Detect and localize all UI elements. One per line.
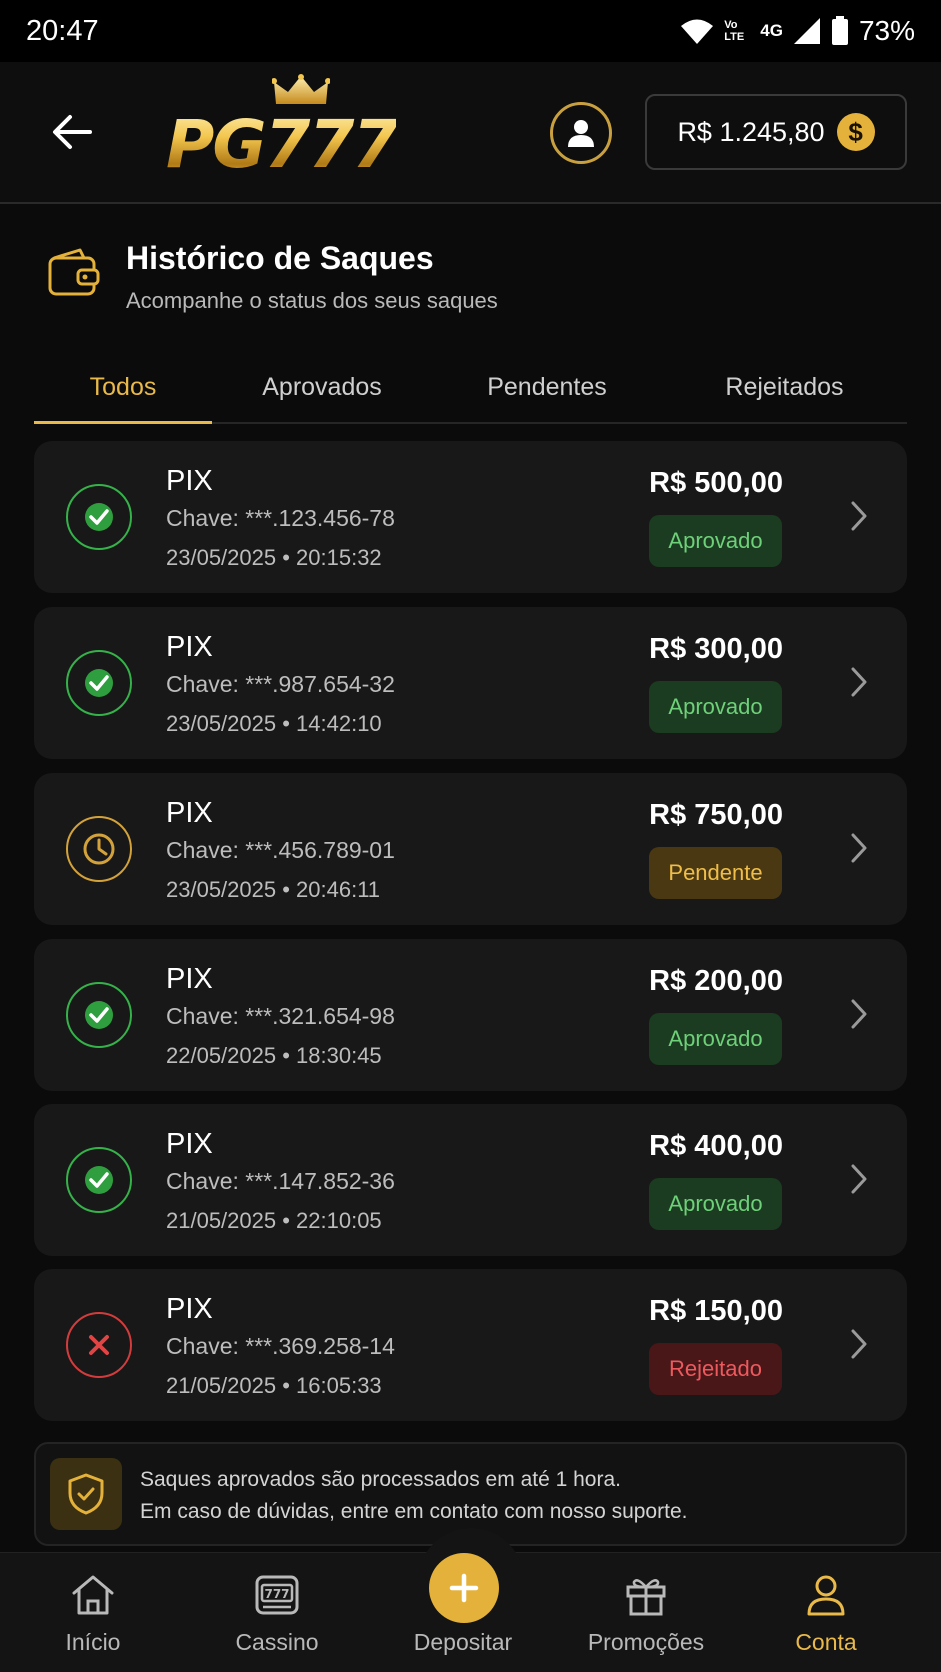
approved-check-icon	[66, 484, 132, 550]
balance-display[interactable]: R$ 1.245,80 $	[645, 94, 907, 170]
withdrawal-datetime: 23/05/2025 • 14:42:10	[166, 711, 382, 736]
nav-label: Conta	[795, 1629, 857, 1655]
tab-aprovados[interactable]: Aprovados	[212, 352, 432, 422]
pix-key: Chave: ***.147.852-36	[166, 1168, 395, 1194]
nav-promocoes[interactable]: Promoções	[571, 1553, 721, 1672]
withdrawal-amount: R$ 150,00	[649, 1295, 783, 1327]
plus-icon	[449, 1573, 479, 1603]
withdrawal-datetime: 22/05/2025 • 18:30:45	[166, 1043, 382, 1068]
wifi-icon	[681, 19, 714, 44]
page-heading: Histórico de Saques Acompanhe o status d…	[46, 240, 906, 320]
withdrawal-datetime: 21/05/2025 • 22:10:05	[166, 1208, 382, 1233]
status-icons: Vo LTE 4G 73%	[680, 15, 915, 47]
withdrawal-card[interactable]: PIX Chave: ***.147.852-36 21/05/2025 • 2…	[34, 1104, 907, 1256]
payment-method: PIX	[166, 963, 213, 995]
nav-inicio[interactable]: Início	[18, 1553, 168, 1672]
nav-label: Promoções	[587, 1629, 705, 1655]
approved-check-icon	[66, 650, 132, 716]
nav-conta[interactable]: Conta	[751, 1553, 901, 1672]
network-type: 4G	[760, 21, 783, 40]
status-badge: Pendente	[649, 847, 782, 899]
status-badge: Aprovado	[649, 515, 782, 567]
chevron-right-icon	[851, 999, 867, 1029]
status-time: 20:47	[26, 14, 99, 47]
gift-icon	[626, 1579, 666, 1616]
payment-method: PIX	[166, 1128, 213, 1160]
crown-icon	[272, 74, 330, 104]
withdrawal-amount: R$ 500,00	[649, 467, 783, 499]
coin-icon: $	[836, 113, 875, 151]
brand-logo-text: PG777	[166, 106, 398, 183]
filter-tabs: Todos Aprovados Pendentes Rejeitados	[34, 352, 907, 424]
nav-label: Depositar	[413, 1629, 513, 1655]
chevron-right-icon	[851, 1164, 867, 1194]
withdrawal-amount: R$ 400,00	[649, 1130, 783, 1162]
tab-pendentes[interactable]: Pendentes	[432, 352, 662, 422]
pix-key: Chave: ***.987.654-32	[166, 671, 395, 697]
pending-clock-icon	[66, 816, 132, 882]
home-icon	[72, 1575, 114, 1615]
page-title: Histórico de Saques	[126, 240, 434, 276]
shield-icon	[50, 1458, 122, 1530]
payment-method: PIX	[166, 797, 213, 829]
battery-icon	[831, 16, 848, 45]
status-badge: Rejeitado	[649, 1343, 782, 1395]
arrow-left-icon	[53, 115, 92, 149]
tab-todos[interactable]: Todos	[34, 352, 212, 422]
withdrawal-card[interactable]: PIX Chave: ***.987.654-32 23/05/2025 • 1…	[34, 607, 907, 759]
withdrawal-card[interactable]: PIX Chave: ***.123.456-78 23/05/2025 • 2…	[34, 441, 907, 593]
pix-key: Chave: ***.321.654-98	[166, 1003, 395, 1029]
status-badge: Aprovado	[649, 1178, 782, 1230]
deposit-fab-button[interactable]	[429, 1553, 499, 1623]
balance-amount: R$ 1.245,80	[677, 116, 825, 147]
user-icon	[568, 120, 594, 147]
wallet-icon	[48, 248, 100, 296]
chevron-right-icon	[851, 501, 867, 531]
slot-machine-icon: 777	[255, 1575, 299, 1615]
tab-rejeitados[interactable]: Rejeitados	[662, 352, 907, 422]
battery-percent: 73%	[858, 15, 915, 46]
svg-text:777: 777	[264, 1587, 289, 1601]
chevron-right-icon	[851, 667, 867, 697]
status-badge: Aprovado	[649, 1013, 782, 1065]
withdrawal-card[interactable]: PIX Chave: ***.321.654-98 22/05/2025 • 1…	[34, 939, 907, 1091]
signal-icon	[793, 18, 820, 44]
status-bar: 20:47 Vo LTE 4G 73%	[0, 0, 941, 62]
active-tab-indicator	[34, 421, 212, 424]
volte-indicator: Vo LTE	[724, 19, 745, 43]
payment-method: PIX	[166, 1293, 213, 1325]
chevron-right-icon	[851, 833, 867, 863]
brand-logo[interactable]: PG777	[166, 74, 426, 184]
withdrawal-card[interactable]: PIX Chave: ***.369.258-14 21/05/2025 • 1…	[34, 1269, 907, 1421]
payment-method: PIX	[166, 465, 213, 497]
user-icon	[807, 1575, 845, 1616]
pix-key: Chave: ***.123.456-78	[166, 505, 395, 531]
nav-label: Início	[65, 1629, 121, 1655]
approved-check-icon	[66, 1147, 132, 1213]
withdrawal-amount: R$ 750,00	[649, 799, 783, 831]
page-subtitle: Acompanhe o status dos seus saques	[126, 288, 498, 313]
status-badge: Aprovado	[649, 681, 782, 733]
notice-text: Saques aprovados são processados em até …	[140, 1468, 621, 1491]
pix-key: Chave: ***.369.258-14	[166, 1333, 395, 1359]
nav-label: Cassino	[235, 1629, 319, 1655]
withdrawal-datetime: 21/05/2025 • 16:05:33	[166, 1373, 382, 1398]
notice-text: Em caso de dúvidas, entre em contato com…	[140, 1500, 688, 1523]
withdrawal-amount: R$ 200,00	[649, 965, 783, 997]
back-button[interactable]	[44, 104, 100, 160]
payment-method: PIX	[166, 631, 213, 663]
profile-button[interactable]	[550, 102, 612, 164]
rejected-x-icon	[66, 1312, 132, 1378]
pix-key: Chave: ***.456.789-01	[166, 837, 395, 863]
withdrawal-amount: R$ 300,00	[649, 633, 783, 665]
withdrawal-datetime: 23/05/2025 • 20:46:11	[166, 877, 381, 902]
chevron-right-icon	[851, 1329, 867, 1359]
nav-cassino[interactable]: 777 Cassino	[202, 1553, 352, 1672]
withdrawal-card[interactable]: PIX Chave: ***.456.789-01 23/05/2025 • 2…	[34, 773, 907, 925]
app-header: PG777 R$ 1.245,80 $	[0, 62, 941, 204]
withdrawal-datetime: 23/05/2025 • 20:15:32	[166, 545, 382, 570]
approved-check-icon	[66, 982, 132, 1048]
